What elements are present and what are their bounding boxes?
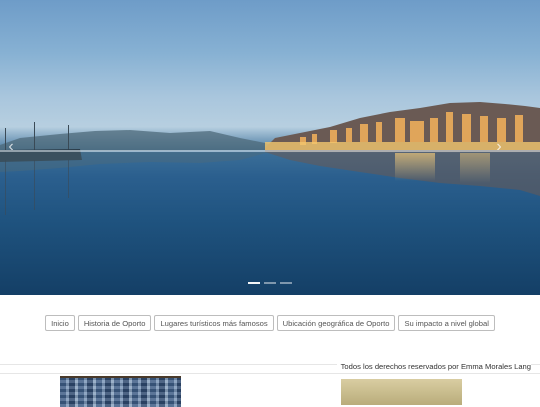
nav-button-historia[interactable]: Historia de Oporto: [77, 315, 152, 331]
gallery-image-landscape[interactable]: [341, 379, 462, 405]
chevron-left-icon[interactable]: ‹: [4, 138, 18, 156]
nav-button-ubicacion[interactable]: Ubicación geográfica de Oporto: [276, 315, 396, 331]
main-nav: Inicio Historia de Oporto Lugares turíst…: [0, 315, 540, 331]
carousel-indicator[interactable]: [248, 282, 260, 284]
carousel-indicator[interactable]: [264, 282, 276, 284]
nav-button-impacto[interactable]: Su impacto a nivel global: [398, 315, 495, 331]
nav-button-inicio[interactable]: Inicio: [45, 315, 75, 331]
chevron-right-icon[interactable]: ›: [492, 138, 506, 156]
hero-image: [0, 102, 540, 215]
gallery-image-azulejo[interactable]: [60, 376, 181, 407]
carousel-indicators: [0, 282, 540, 284]
carousel-indicator[interactable]: [280, 282, 292, 284]
hero-carousel[interactable]: ‹ ›: [0, 0, 540, 295]
copyright-text: Todos los derechos reservados por Emma M…: [336, 362, 531, 372]
nav-button-lugares[interactable]: Lugares turísticos más famosos: [154, 315, 274, 331]
